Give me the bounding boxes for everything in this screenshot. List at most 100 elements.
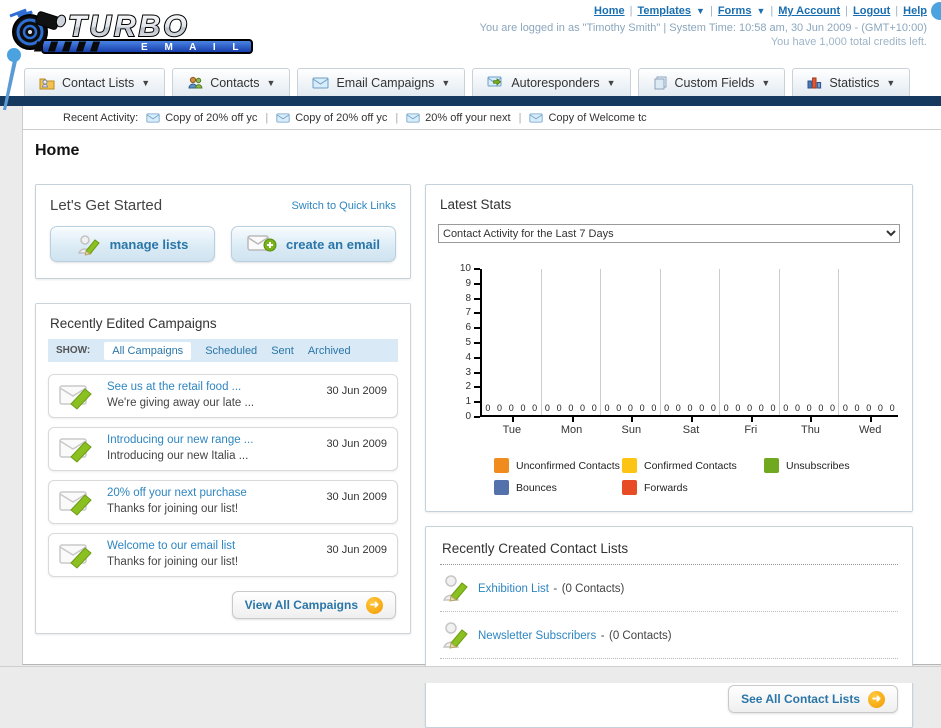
credits-status: You have 1,000 total credits left. xyxy=(770,36,927,48)
value-label: 0 xyxy=(675,403,681,413)
contact-list-link[interactable]: Newsletter Subscribers xyxy=(478,630,596,642)
x-tick-label: Sat xyxy=(661,417,721,436)
separator: | xyxy=(709,5,713,17)
create-email-button[interactable]: create an email xyxy=(231,226,396,262)
separator: | xyxy=(770,5,774,17)
latest-stats-title: Latest Stats xyxy=(440,197,512,212)
campaign-row[interactable]: Introducing our new range ... Introducin… xyxy=(48,427,398,471)
filter-scheduled[interactable]: Scheduled xyxy=(205,345,257,357)
recent-activity-link[interactable]: Copy of 20% off yc xyxy=(295,112,387,124)
value-label: 0 xyxy=(794,403,800,413)
get-started-panel: Let's Get Started Switch to Quick Links … xyxy=(35,184,411,279)
contact-list-count: (0 Contacts) xyxy=(561,583,625,595)
campaign-date: 30 Jun 2009 xyxy=(326,491,387,503)
separator: | xyxy=(629,5,633,17)
left-column: Let's Get Started Switch to Quick Links … xyxy=(35,170,411,728)
contact-lists-panel: Recently Created Contact Lists Exhibitio… xyxy=(425,526,913,728)
nav-tab-contacts[interactable]: Contacts ▼ xyxy=(172,68,291,96)
link-forms[interactable]: Forms xyxy=(718,5,752,17)
recent-activity-link[interactable]: 20% off your next xyxy=(425,112,510,124)
legend-item: Confirmed Contacts xyxy=(622,458,764,473)
link-templates[interactable]: Templates xyxy=(637,5,691,17)
switch-quick-links-link[interactable]: Switch to Quick Links xyxy=(291,200,396,212)
contact-list-count: (0 Contacts) xyxy=(608,630,672,642)
logo-subtitle: E M A I L xyxy=(141,42,245,53)
value-label: 0 xyxy=(568,403,574,413)
campaign-row[interactable]: Welcome to our email list Thanks for joi… xyxy=(48,533,398,577)
stats-range-select[interactable]: Contact Activity for the Last 7 Days xyxy=(438,224,900,243)
nav-tab-label: Autoresponders xyxy=(511,75,600,90)
chevron-down-icon: ▼ xyxy=(441,77,451,88)
chart-group-sat: 00000 xyxy=(659,269,720,415)
view-all-campaigns-button[interactable]: View All Campaigns ➜ xyxy=(231,591,396,619)
value-label: 0 xyxy=(758,403,764,413)
x-tick-label: Sun xyxy=(601,417,661,436)
legend-label: Confirmed Contacts xyxy=(644,459,737,472)
chart-y-axis: 0 1 2 3 4 5 6 7 8 9 10 xyxy=(450,263,480,422)
turbo-logo-graphic: TURBO E M A I L xyxy=(9,8,253,54)
value-label: 0 xyxy=(639,403,645,413)
envelope-pencil-icon xyxy=(59,385,92,410)
link-logout[interactable]: Logout xyxy=(853,5,890,17)
legend-label: Bounces xyxy=(516,481,557,494)
link-my-account[interactable]: My Account xyxy=(778,5,840,17)
campaign-row[interactable]: 20% off your next purchase Thanks for jo… xyxy=(48,480,398,524)
campaign-subject: We're giving away our late ... xyxy=(107,397,255,409)
create-email-label: create an email xyxy=(286,236,380,252)
nav-tab-email-campaigns[interactable]: Email Campaigns ▼ xyxy=(297,68,466,96)
legend-label: Unconfirmed Contacts xyxy=(516,459,620,472)
legend-label: Unsubscribes xyxy=(786,459,850,472)
campaign-link[interactable]: Welcome to our email list xyxy=(107,540,316,552)
value-label: 0 xyxy=(532,403,538,413)
chart-group-fri: 00000 xyxy=(719,269,779,415)
app-logo: TURBO E M A I L xyxy=(6,2,264,63)
value-label: 0 xyxy=(485,403,491,413)
filter-all-campaigns[interactable]: All Campaigns xyxy=(104,341,192,360)
campaign-date: 30 Jun 2009 xyxy=(326,438,387,450)
right-column: Latest Stats Contact Activity for the La… xyxy=(425,170,913,728)
campaign-link[interactable]: 20% off your next purchase xyxy=(107,487,316,499)
campaign-link[interactable]: Introducing our new range ... xyxy=(107,434,316,446)
see-all-contact-lists-button[interactable]: See All Contact Lists ➜ xyxy=(728,685,898,713)
chart-group-mon: 00000 xyxy=(540,269,601,415)
campaign-filter-bar: SHOW: All Campaigns Scheduled Sent Archi… xyxy=(48,339,398,362)
chevron-down-icon: ▼ xyxy=(886,77,896,88)
manage-lists-button[interactable]: manage lists xyxy=(50,226,215,262)
x-tick-label: Mon xyxy=(542,417,602,436)
nav-tab-contact-lists[interactable]: Contact Lists ▼ xyxy=(24,68,166,96)
nav-tab-custom-fields[interactable]: Custom Fields ▼ xyxy=(637,68,786,96)
filter-sent[interactable]: Sent xyxy=(271,345,294,357)
value-label: 0 xyxy=(770,403,776,413)
contact-list-link[interactable]: Exhibition List xyxy=(478,583,549,595)
nav-tab-autoresponders[interactable]: Autoresponders ▼ xyxy=(472,68,631,96)
separator: | xyxy=(265,111,269,124)
value-label: 0 xyxy=(556,403,562,413)
arrow-right-icon: ➜ xyxy=(366,596,383,614)
campaign-date: 30 Jun 2009 xyxy=(326,385,387,397)
value-label: 0 xyxy=(710,403,716,413)
recent-activity-link[interactable]: Copy of 20% off yc xyxy=(165,112,257,124)
recent-activity-item: Copy of 20% off yc xyxy=(276,112,387,124)
link-help[interactable]: Help xyxy=(903,5,927,17)
value-label: 0 xyxy=(651,403,657,413)
value-label: 0 xyxy=(699,403,705,413)
campaign-link[interactable]: See us at the retail food ... xyxy=(107,381,316,393)
x-tick-label: Wed xyxy=(840,417,900,436)
page-title: Home xyxy=(35,142,80,159)
envelope-icon xyxy=(312,77,329,88)
envelope-plus-icon xyxy=(247,235,277,252)
x-tick-label: Tue xyxy=(482,417,542,436)
value-label: 0 xyxy=(735,403,741,413)
campaign-row[interactable]: See us at the retail food ... We're givi… xyxy=(48,374,398,418)
value-label: 0 xyxy=(604,403,610,413)
contact-list-item: Exhibition List - (0 Contacts) xyxy=(440,565,898,612)
separator: | xyxy=(895,5,899,17)
filter-archived[interactable]: Archived xyxy=(308,345,351,357)
nav-tab-statistics[interactable]: Statistics ▼ xyxy=(792,68,911,96)
recent-activity-label: Recent Activity: xyxy=(63,111,139,124)
recent-activity-link[interactable]: Copy of Welcome tc xyxy=(548,112,646,124)
value-label: 0 xyxy=(830,403,836,413)
legend-swatch xyxy=(494,480,509,495)
link-home[interactable]: Home xyxy=(594,5,625,17)
get-started-title: Let's Get Started xyxy=(50,197,163,214)
